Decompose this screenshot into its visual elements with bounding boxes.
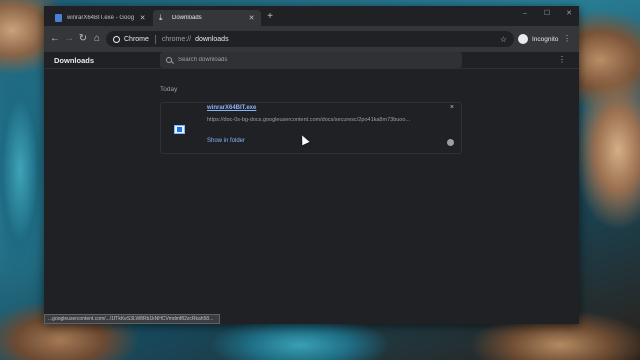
search-input[interactable] bbox=[178, 57, 438, 63]
exe-file-icon bbox=[173, 124, 185, 134]
search-icon bbox=[166, 57, 172, 63]
date-group-label: Today bbox=[160, 86, 178, 93]
tab-title: Downloads bbox=[172, 15, 202, 21]
remove-download-icon[interactable]: × bbox=[450, 104, 454, 111]
forward-arrow-icon[interactable]: → bbox=[63, 32, 75, 46]
download-item: winrarX64BIT.exe https://doc-0s-bg-docs.… bbox=[160, 102, 462, 154]
incognito-indicator[interactable]: Incognito bbox=[518, 32, 558, 46]
download-icon: ⤓ bbox=[159, 13, 163, 22]
address-bar[interactable]: Chrome chrome://downloads ☆ bbox=[106, 31, 514, 47]
omnibox-url-path: downloads bbox=[195, 35, 229, 43]
omnibox-divider bbox=[154, 34, 156, 44]
browser-window: winrarX64BIT.exe - Google Drive ✕ ⤓ Down… bbox=[44, 6, 579, 324]
close-tab-icon[interactable]: ✕ bbox=[139, 14, 146, 22]
search-box[interactable] bbox=[160, 52, 462, 68]
tab-strip: winrarX64BIT.exe - Google Drive ✕ ⤓ Down… bbox=[44, 6, 579, 26]
file-icon-glyph bbox=[176, 126, 182, 132]
google-drive-doc-icon bbox=[55, 14, 62, 22]
back-arrow-icon[interactable]: ← bbox=[49, 32, 61, 46]
home-icon[interactable]: ⌂ bbox=[91, 32, 103, 46]
more-options-icon[interactable]: ⋮ bbox=[558, 55, 566, 64]
incognito-label: Incognito bbox=[532, 35, 559, 43]
bookmark-star-icon[interactable]: ☆ bbox=[500, 35, 507, 44]
omnibox-site-label: Chrome bbox=[124, 35, 149, 43]
download-filename-link[interactable]: winrarX64BIT.exe bbox=[207, 105, 256, 111]
tab-title: winrarX64BIT.exe - Google Drive bbox=[67, 15, 134, 21]
omnibox-url-scheme: chrome:// bbox=[161, 35, 192, 43]
browser-toolbar: ← → ↻ ⌂ Chrome chrome://downloads ☆ Inco… bbox=[44, 26, 579, 52]
downloads-header: Downloads ⋮ bbox=[44, 52, 579, 69]
page-title: Downloads bbox=[54, 56, 95, 65]
window-controls: – ☐ ✕ bbox=[521, 9, 573, 19]
link-status-bubble: ...googleusercontent.com/.../1fTkKeS3LW8… bbox=[44, 314, 220, 324]
tab-downloads[interactable]: ⤓ Downloads ✕ bbox=[153, 10, 261, 26]
downloads-page: Downloads ⋮ Today winrarX64BIT.exe https… bbox=[44, 52, 579, 324]
chrome-icon bbox=[113, 35, 120, 43]
new-tab-button[interactable]: + bbox=[265, 11, 275, 23]
show-in-folder-link[interactable]: Show in folder bbox=[207, 138, 245, 144]
download-source-url[interactable]: https://doc-0s-bg-docs.googleusercontent… bbox=[207, 117, 427, 123]
close-window-icon[interactable]: ✕ bbox=[565, 9, 573, 19]
maximize-icon[interactable]: ☐ bbox=[543, 9, 551, 19]
minimize-icon[interactable]: – bbox=[521, 9, 529, 19]
incognito-icon bbox=[518, 34, 528, 44]
close-tab-icon[interactable]: ✕ bbox=[248, 14, 255, 22]
reload-icon[interactable]: ↻ bbox=[77, 32, 89, 46]
tab-google-drive[interactable]: winrarX64BIT.exe - Google Drive ✕ bbox=[49, 10, 152, 26]
file-icon-area bbox=[161, 103, 197, 155]
download-status-icon bbox=[447, 139, 454, 146]
browser-menu-icon[interactable]: ⋮ bbox=[563, 34, 571, 44]
